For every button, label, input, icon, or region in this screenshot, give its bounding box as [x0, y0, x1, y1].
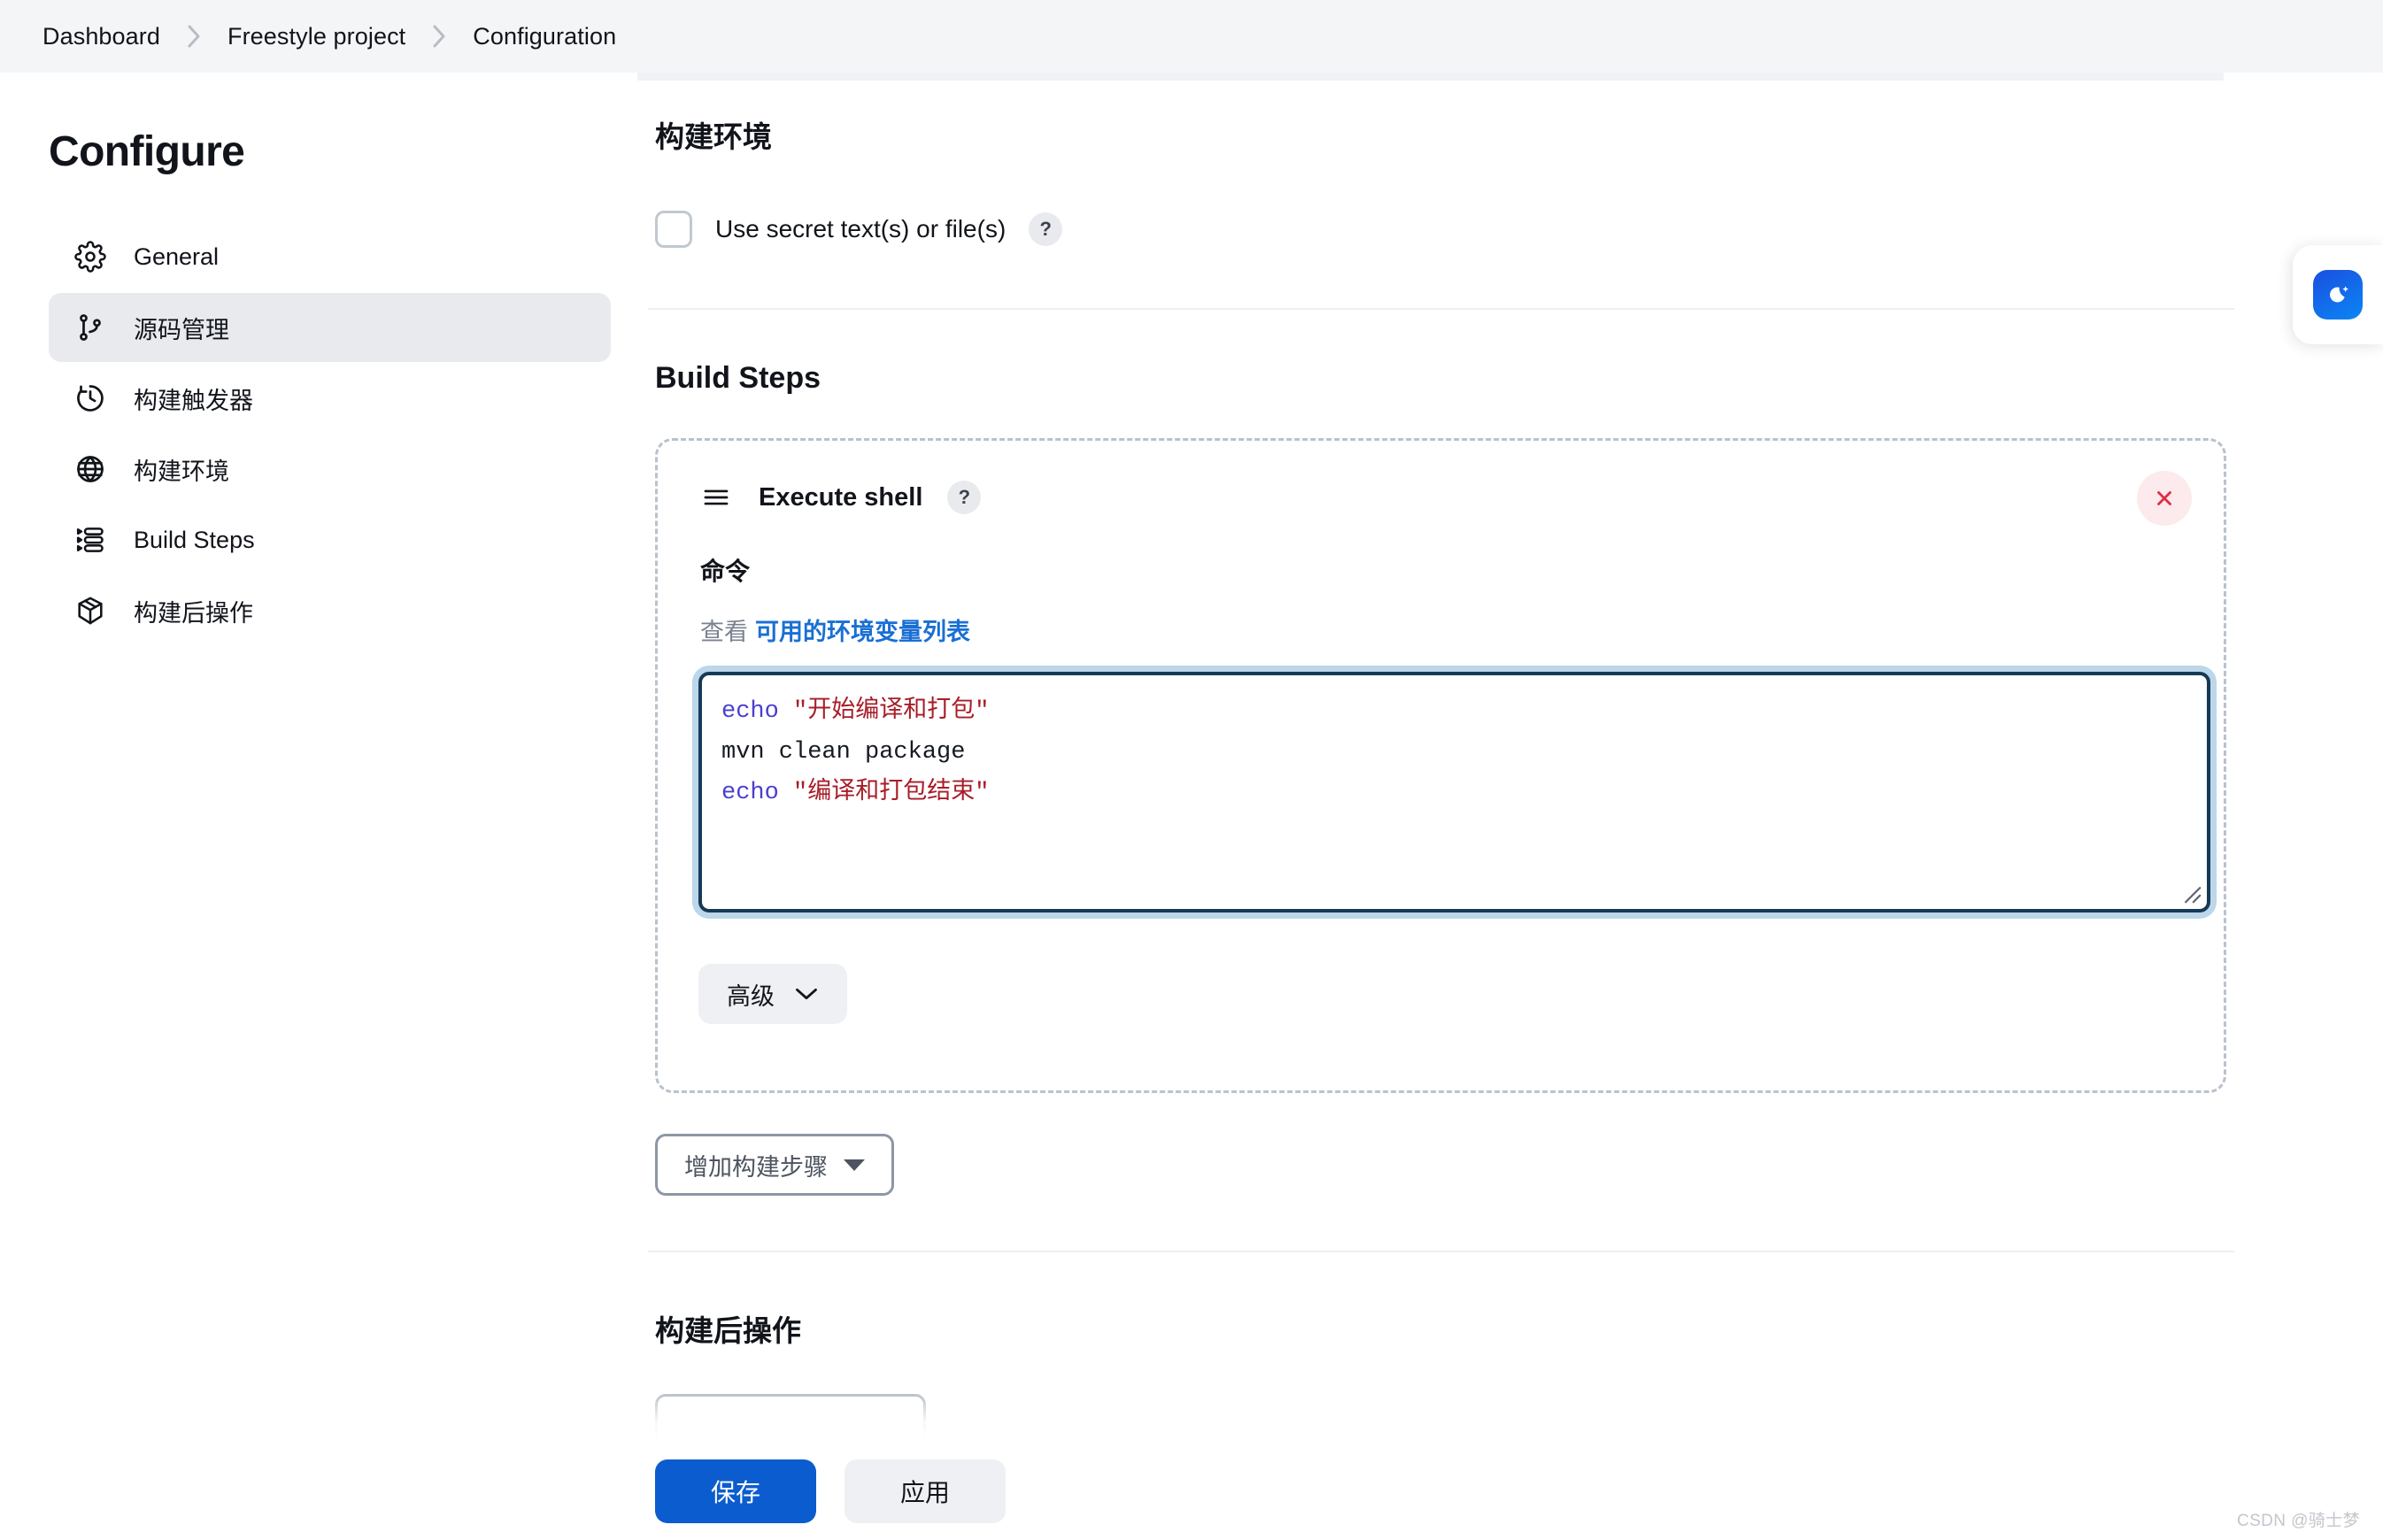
- advanced-label: 高级: [727, 982, 775, 1010]
- save-button[interactable]: 保存: [655, 1459, 816, 1523]
- code-string: "开始编译和打包": [793, 698, 990, 725]
- use-secret-row: Use secret text(s) or file(s) ?: [655, 211, 2240, 248]
- env-hint-prefix: 查看: [700, 619, 748, 645]
- build-step-card-execute-shell: Execute shell ? 命令 查看 可用的环境变量列表 echo "开始编…: [655, 438, 2226, 1093]
- section-divider: [648, 308, 2234, 310]
- command-textarea[interactable]: echo "开始编译和打包" mvn clean package echo "编…: [702, 675, 2207, 909]
- code-keyword: echo: [721, 698, 779, 725]
- code-string: "编译和打包结束": [793, 780, 990, 806]
- post-build-heading: 构建后操作: [655, 1314, 801, 1347]
- sidebar-nav: General 源码管理 构建触发器 构建环境 Build Steps 构建后操…: [49, 222, 620, 645]
- breadcrumb-item-project[interactable]: Freestyle project: [226, 19, 407, 54]
- watermark: CSDN @骑士梦: [2236, 1512, 2360, 1530]
- sidebar-item-label: 构建环境: [134, 458, 229, 485]
- sidebar-item-label: General: [134, 243, 220, 270]
- add-build-step-button[interactable]: 增加构建步骤: [655, 1134, 894, 1196]
- chevron-right-icon: [185, 22, 203, 50]
- chevron-right-icon: [430, 22, 448, 50]
- code-plain: mvn clean package: [721, 739, 966, 766]
- sidebar-item-general[interactable]: General: [49, 222, 611, 291]
- theme-toggle-button[interactable]: [2293, 245, 2383, 344]
- command-textarea-wrapper: echo "开始编译和打包" mvn clean package echo "编…: [698, 672, 2210, 912]
- configure-sidebar: Configure General 源码管理 构建触发器 构建环境 Build …: [0, 73, 620, 645]
- sidebar-item-label: 源码管理: [134, 316, 229, 343]
- add-build-step-label: 增加构建步骤: [684, 1153, 828, 1181]
- sidebar-item-label: 构建后操作: [134, 599, 253, 627]
- configuration-main: 构建环境 Use secret text(s) or file(s) ? Bui…: [620, 73, 2383, 1456]
- moon-sparkle-icon: [2313, 270, 2363, 320]
- build-environment-heading: 构建环境: [655, 120, 772, 153]
- breadcrumb-item-configuration[interactable]: Configuration: [471, 19, 618, 54]
- list-steps-icon: [72, 521, 109, 558]
- form-action-bar: 保存 应用: [0, 1443, 2383, 1540]
- sidebar-item-label: 构建触发器: [134, 387, 253, 414]
- sidebar-item-build-environment[interactable]: 构建环境: [49, 435, 611, 504]
- build-step-header: Execute shell ?: [698, 480, 2181, 515]
- chevron-down-icon: [794, 986, 819, 1002]
- breadcrumb-bar: Dashboard Freestyle project Configuratio…: [0, 0, 2383, 73]
- sidebar-item-post-build-actions[interactable]: 构建后操作: [49, 576, 611, 645]
- use-secret-checkbox[interactable]: [655, 211, 692, 248]
- apply-button[interactable]: 应用: [844, 1459, 1006, 1523]
- package-icon: [72, 592, 109, 629]
- build-steps-heading: Build Steps: [655, 361, 821, 395]
- gear-icon: [72, 238, 109, 275]
- caret-down-icon: [844, 1159, 865, 1171]
- advanced-toggle-button[interactable]: 高级: [698, 964, 847, 1024]
- globe-icon: [72, 450, 109, 488]
- command-field-label: 命令: [700, 558, 751, 585]
- close-icon[interactable]: [2137, 471, 2192, 526]
- git-branch-icon: [72, 309, 109, 346]
- sidebar-item-build-steps[interactable]: Build Steps: [49, 505, 611, 574]
- section-divider: [648, 1251, 2234, 1252]
- clock-icon: [72, 380, 109, 417]
- help-icon[interactable]: ?: [1029, 212, 1063, 246]
- help-icon[interactable]: ?: [947, 481, 982, 514]
- breadcrumb-item-dashboard[interactable]: Dashboard: [41, 19, 162, 54]
- page-title: Configure: [49, 128, 245, 175]
- breadcrumb: Dashboard Freestyle project Configuratio…: [41, 19, 618, 54]
- build-step-name: Execute shell: [759, 482, 923, 512]
- content-top-divider: [637, 73, 2224, 81]
- page-body: Configure General 源码管理 构建触发器 构建环境 Build …: [0, 73, 2383, 1540]
- sidebar-item-build-triggers[interactable]: 构建触发器: [49, 364, 611, 433]
- drag-handle-icon[interactable]: [698, 480, 734, 515]
- code-keyword: echo: [721, 780, 779, 806]
- use-secret-label: Use secret text(s) or file(s): [715, 215, 1006, 243]
- env-variables-link[interactable]: 可用的环境变量列表: [755, 619, 970, 645]
- sidebar-item-label: Build Steps: [134, 526, 255, 553]
- sidebar-item-source-code-management[interactable]: 源码管理: [49, 293, 611, 362]
- env-variables-hint: 查看 可用的环境变量列表: [700, 612, 2181, 647]
